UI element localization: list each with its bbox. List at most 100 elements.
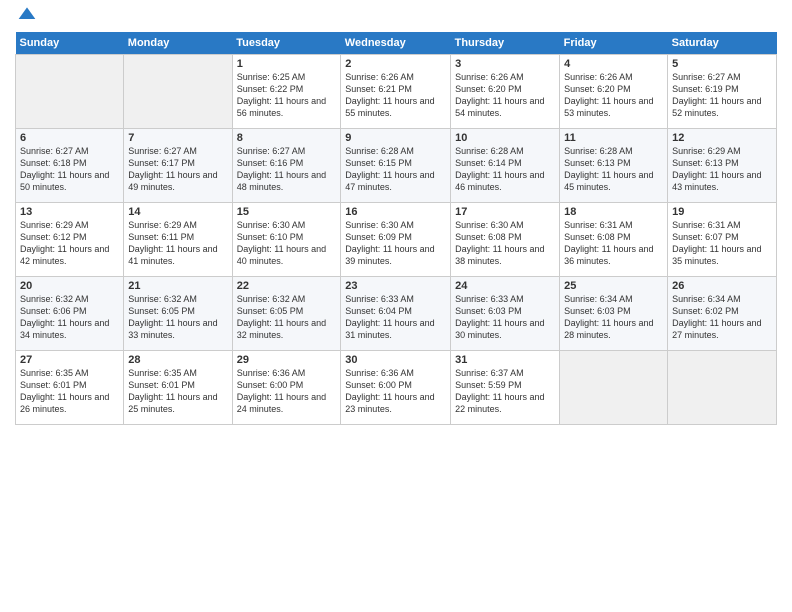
calendar-cell bbox=[560, 351, 668, 425]
day-number: 28 bbox=[128, 354, 227, 366]
calendar-cell: 7 Sunrise: 6:27 AMSunset: 6:17 PMDayligh… bbox=[124, 129, 232, 203]
calendar-header-row: SundayMondayTuesdayWednesdayThursdayFrid… bbox=[16, 32, 777, 55]
calendar-week-row: 13 Sunrise: 6:29 AMSunset: 6:12 PMDaylig… bbox=[16, 203, 777, 277]
calendar-cell: 1 Sunrise: 6:25 AMSunset: 6:22 PMDayligh… bbox=[232, 55, 341, 129]
day-info: Sunrise: 6:25 AMSunset: 6:22 PMDaylight:… bbox=[237, 71, 337, 120]
calendar-cell: 17 Sunrise: 6:30 AMSunset: 6:08 PMDaylig… bbox=[451, 203, 560, 277]
calendar-cell: 9 Sunrise: 6:28 AMSunset: 6:15 PMDayligh… bbox=[341, 129, 451, 203]
weekday-header: Sunday bbox=[16, 32, 124, 55]
day-number: 21 bbox=[128, 280, 227, 292]
day-number: 3 bbox=[455, 58, 555, 70]
day-info: Sunrise: 6:33 AMSunset: 6:04 PMDaylight:… bbox=[345, 293, 446, 342]
calendar-cell: 27 Sunrise: 6:35 AMSunset: 6:01 PMDaylig… bbox=[16, 351, 124, 425]
calendar-cell: 26 Sunrise: 6:34 AMSunset: 6:02 PMDaylig… bbox=[668, 277, 777, 351]
day-info: Sunrise: 6:31 AMSunset: 6:08 PMDaylight:… bbox=[564, 219, 663, 268]
calendar-cell: 16 Sunrise: 6:30 AMSunset: 6:09 PMDaylig… bbox=[341, 203, 451, 277]
day-number: 1 bbox=[237, 58, 337, 70]
day-number: 30 bbox=[345, 354, 446, 366]
day-info: Sunrise: 6:36 AMSunset: 6:00 PMDaylight:… bbox=[345, 367, 446, 416]
day-number: 14 bbox=[128, 206, 227, 218]
day-info: Sunrise: 6:26 AMSunset: 6:20 PMDaylight:… bbox=[564, 71, 663, 120]
day-number: 15 bbox=[237, 206, 337, 218]
day-info: Sunrise: 6:33 AMSunset: 6:03 PMDaylight:… bbox=[455, 293, 555, 342]
day-info: Sunrise: 6:27 AMSunset: 6:18 PMDaylight:… bbox=[20, 145, 119, 194]
day-info: Sunrise: 6:30 AMSunset: 6:08 PMDaylight:… bbox=[455, 219, 555, 268]
page: SundayMondayTuesdayWednesdayThursdayFrid… bbox=[0, 0, 792, 612]
day-number: 29 bbox=[237, 354, 337, 366]
day-info: Sunrise: 6:34 AMSunset: 6:03 PMDaylight:… bbox=[564, 293, 663, 342]
calendar-cell: 28 Sunrise: 6:35 AMSunset: 6:01 PMDaylig… bbox=[124, 351, 232, 425]
day-info: Sunrise: 6:35 AMSunset: 6:01 PMDaylight:… bbox=[20, 367, 119, 416]
day-info: Sunrise: 6:26 AMSunset: 6:20 PMDaylight:… bbox=[455, 71, 555, 120]
calendar-cell bbox=[668, 351, 777, 425]
day-number: 24 bbox=[455, 280, 555, 292]
calendar-cell: 3 Sunrise: 6:26 AMSunset: 6:20 PMDayligh… bbox=[451, 55, 560, 129]
calendar-week-row: 6 Sunrise: 6:27 AMSunset: 6:18 PMDayligh… bbox=[16, 129, 777, 203]
day-number: 20 bbox=[20, 280, 119, 292]
day-info: Sunrise: 6:32 AMSunset: 6:05 PMDaylight:… bbox=[128, 293, 227, 342]
calendar-cell: 25 Sunrise: 6:34 AMSunset: 6:03 PMDaylig… bbox=[560, 277, 668, 351]
calendar-cell: 31 Sunrise: 6:37 AMSunset: 5:59 PMDaylig… bbox=[451, 351, 560, 425]
weekday-header: Tuesday bbox=[232, 32, 341, 55]
day-number: 19 bbox=[672, 206, 772, 218]
calendar-cell: 14 Sunrise: 6:29 AMSunset: 6:11 PMDaylig… bbox=[124, 203, 232, 277]
day-info: Sunrise: 6:32 AMSunset: 6:05 PMDaylight:… bbox=[237, 293, 337, 342]
day-info: Sunrise: 6:29 AMSunset: 6:11 PMDaylight:… bbox=[128, 219, 227, 268]
day-number: 4 bbox=[564, 58, 663, 70]
day-info: Sunrise: 6:36 AMSunset: 6:00 PMDaylight:… bbox=[237, 367, 337, 416]
day-number: 18 bbox=[564, 206, 663, 218]
day-number: 11 bbox=[564, 132, 663, 144]
calendar-cell: 23 Sunrise: 6:33 AMSunset: 6:04 PMDaylig… bbox=[341, 277, 451, 351]
calendar-cell: 24 Sunrise: 6:33 AMSunset: 6:03 PMDaylig… bbox=[451, 277, 560, 351]
day-number: 27 bbox=[20, 354, 119, 366]
day-number: 2 bbox=[345, 58, 446, 70]
logo-icon bbox=[17, 4, 37, 24]
day-number: 16 bbox=[345, 206, 446, 218]
day-info: Sunrise: 6:35 AMSunset: 6:01 PMDaylight:… bbox=[128, 367, 227, 416]
header bbox=[15, 10, 777, 24]
day-number: 31 bbox=[455, 354, 555, 366]
weekday-header: Monday bbox=[124, 32, 232, 55]
day-info: Sunrise: 6:28 AMSunset: 6:15 PMDaylight:… bbox=[345, 145, 446, 194]
day-info: Sunrise: 6:28 AMSunset: 6:14 PMDaylight:… bbox=[455, 145, 555, 194]
day-number: 22 bbox=[237, 280, 337, 292]
calendar-cell: 5 Sunrise: 6:27 AMSunset: 6:19 PMDayligh… bbox=[668, 55, 777, 129]
calendar-week-row: 20 Sunrise: 6:32 AMSunset: 6:06 PMDaylig… bbox=[16, 277, 777, 351]
day-number: 9 bbox=[345, 132, 446, 144]
logo bbox=[15, 14, 37, 24]
day-info: Sunrise: 6:27 AMSunset: 6:17 PMDaylight:… bbox=[128, 145, 227, 194]
weekday-header: Friday bbox=[560, 32, 668, 55]
calendar-cell: 8 Sunrise: 6:27 AMSunset: 6:16 PMDayligh… bbox=[232, 129, 341, 203]
calendar-cell: 22 Sunrise: 6:32 AMSunset: 6:05 PMDaylig… bbox=[232, 277, 341, 351]
calendar-cell: 20 Sunrise: 6:32 AMSunset: 6:06 PMDaylig… bbox=[16, 277, 124, 351]
calendar-cell: 30 Sunrise: 6:36 AMSunset: 6:00 PMDaylig… bbox=[341, 351, 451, 425]
day-number: 17 bbox=[455, 206, 555, 218]
day-info: Sunrise: 6:28 AMSunset: 6:13 PMDaylight:… bbox=[564, 145, 663, 194]
calendar-cell: 15 Sunrise: 6:30 AMSunset: 6:10 PMDaylig… bbox=[232, 203, 341, 277]
day-info: Sunrise: 6:32 AMSunset: 6:06 PMDaylight:… bbox=[20, 293, 119, 342]
day-info: Sunrise: 6:29 AMSunset: 6:12 PMDaylight:… bbox=[20, 219, 119, 268]
weekday-header: Thursday bbox=[451, 32, 560, 55]
calendar-cell: 29 Sunrise: 6:36 AMSunset: 6:00 PMDaylig… bbox=[232, 351, 341, 425]
weekday-header: Saturday bbox=[668, 32, 777, 55]
day-number: 6 bbox=[20, 132, 119, 144]
day-number: 25 bbox=[564, 280, 663, 292]
day-number: 26 bbox=[672, 280, 772, 292]
day-number: 8 bbox=[237, 132, 337, 144]
calendar-cell: 11 Sunrise: 6:28 AMSunset: 6:13 PMDaylig… bbox=[560, 129, 668, 203]
calendar-cell: 10 Sunrise: 6:28 AMSunset: 6:14 PMDaylig… bbox=[451, 129, 560, 203]
calendar-cell: 4 Sunrise: 6:26 AMSunset: 6:20 PMDayligh… bbox=[560, 55, 668, 129]
calendar-cell: 19 Sunrise: 6:31 AMSunset: 6:07 PMDaylig… bbox=[668, 203, 777, 277]
day-info: Sunrise: 6:30 AMSunset: 6:10 PMDaylight:… bbox=[237, 219, 337, 268]
day-number: 13 bbox=[20, 206, 119, 218]
calendar-cell: 6 Sunrise: 6:27 AMSunset: 6:18 PMDayligh… bbox=[16, 129, 124, 203]
day-info: Sunrise: 6:31 AMSunset: 6:07 PMDaylight:… bbox=[672, 219, 772, 268]
day-info: Sunrise: 6:34 AMSunset: 6:02 PMDaylight:… bbox=[672, 293, 772, 342]
calendar-week-row: 1 Sunrise: 6:25 AMSunset: 6:22 PMDayligh… bbox=[16, 55, 777, 129]
calendar: SundayMondayTuesdayWednesdayThursdayFrid… bbox=[15, 32, 777, 425]
day-info: Sunrise: 6:30 AMSunset: 6:09 PMDaylight:… bbox=[345, 219, 446, 268]
calendar-cell: 12 Sunrise: 6:29 AMSunset: 6:13 PMDaylig… bbox=[668, 129, 777, 203]
day-number: 10 bbox=[455, 132, 555, 144]
weekday-header: Wednesday bbox=[341, 32, 451, 55]
calendar-cell: 18 Sunrise: 6:31 AMSunset: 6:08 PMDaylig… bbox=[560, 203, 668, 277]
